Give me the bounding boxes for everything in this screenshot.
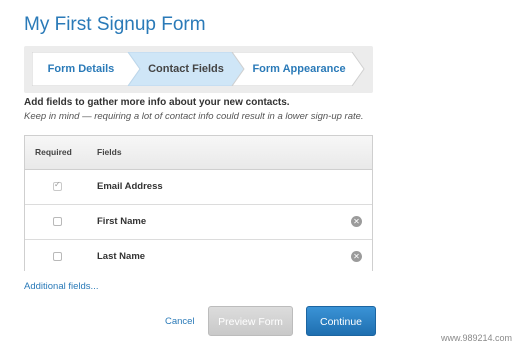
step-navigation: Form Details Contact Fields Form Appeara… <box>24 46 373 93</box>
field-name-last-name: Last Name <box>97 251 146 262</box>
continue-button[interactable]: Continue <box>306 306 376 336</box>
page-title: My First Signup Form <box>24 14 206 35</box>
field-name-email: Email Address <box>97 181 163 192</box>
intro-text: Add fields to gather more info about you… <box>24 97 290 108</box>
step-form-details[interactable]: Form Details <box>36 52 126 86</box>
additional-fields-link[interactable]: Additional fields... <box>24 281 98 292</box>
step-form-appearance[interactable]: Form Appearance <box>244 52 354 86</box>
step-breadcrumb: Form Details Contact Fields Form Appeara… <box>32 52 365 86</box>
cancel-link[interactable]: Cancel <box>165 316 195 327</box>
table-row: Email Address <box>25 170 372 205</box>
header-fields: Fields <box>97 147 122 157</box>
required-checkbox-first-name[interactable] <box>53 217 62 226</box>
remove-circle-icon[interactable]: ✕ <box>351 251 362 262</box>
field-name-first-name: First Name <box>97 216 147 227</box>
step-contact-fields[interactable]: Contact Fields <box>136 52 236 86</box>
required-checkbox-last-name[interactable] <box>53 252 62 261</box>
remove-circle-icon[interactable]: ✕ <box>351 216 362 227</box>
table-row: Last Name ✕ <box>25 240 372 274</box>
preview-form-button[interactable]: Preview Form <box>208 306 293 336</box>
watermark: www.989214.com <box>440 333 512 343</box>
required-checkbox-email[interactable] <box>53 180 62 191</box>
table-header: Required Fields <box>25 136 372 170</box>
header-required: Required <box>35 147 72 157</box>
fields-table: Required Fields Email Address First Name… <box>24 135 373 274</box>
note-text: Keep in mind — requiring a lot of contac… <box>24 111 364 122</box>
table-row: First Name ✕ <box>25 205 372 240</box>
